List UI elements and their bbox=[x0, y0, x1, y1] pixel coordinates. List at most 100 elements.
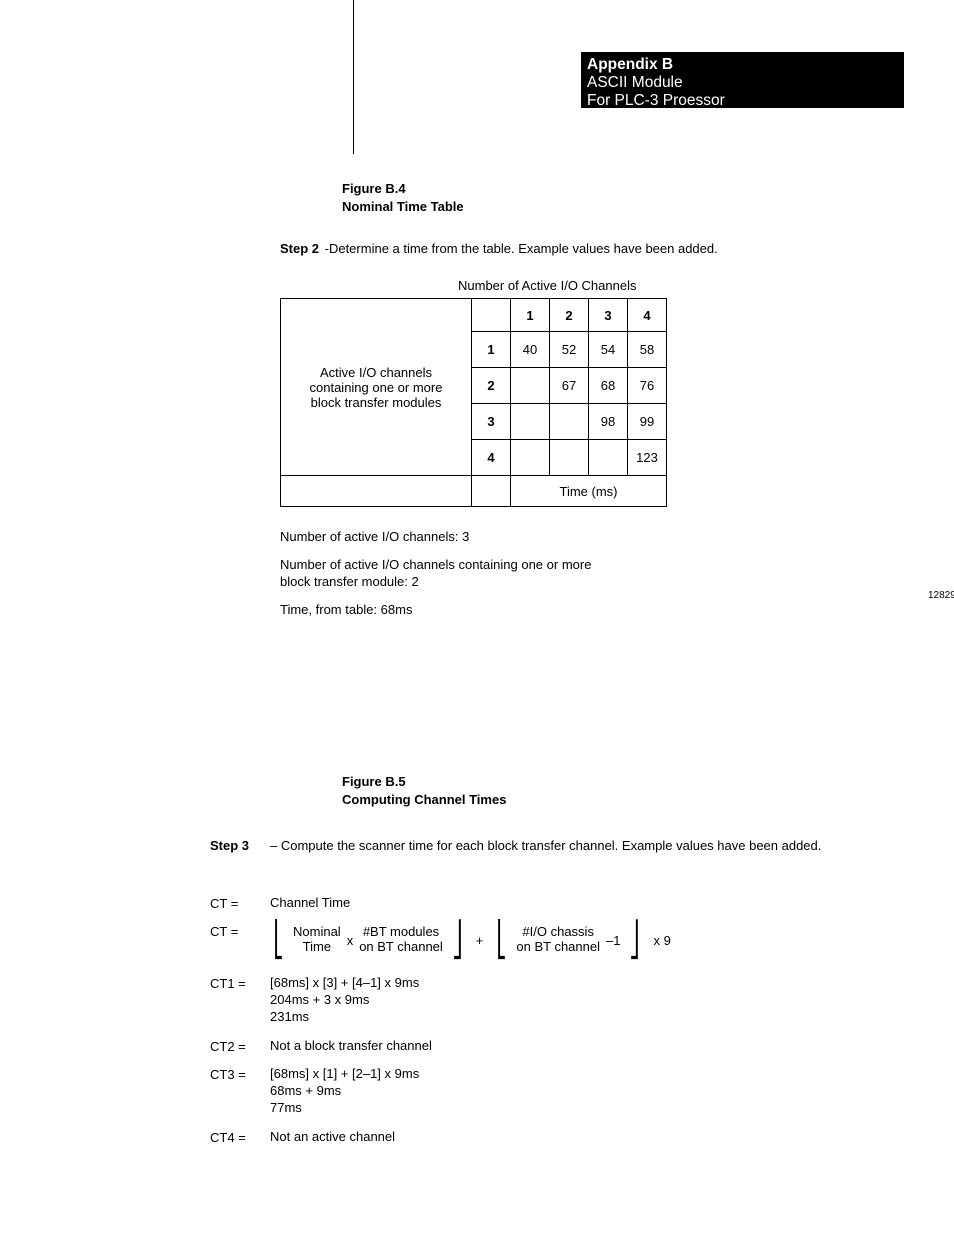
col-header-3: 3 bbox=[589, 299, 628, 332]
nominal-time-table: Active I/O channels containing one or mo… bbox=[280, 298, 667, 507]
cell-4-1 bbox=[511, 440, 550, 476]
figure-b4-name: Nominal Time Table bbox=[342, 199, 464, 214]
ct1-line3: 231ms bbox=[270, 1009, 309, 1024]
ct-formula-label: CT = bbox=[210, 923, 270, 939]
times-nine: x 9 bbox=[653, 933, 670, 948]
cell-3-4: 99 bbox=[628, 404, 667, 440]
ct1-body: [68ms] x [3] + [4–1] x 9ms 204ms + 3 x 9… bbox=[270, 975, 910, 1026]
derive-line-2b: block transfer module: 2 bbox=[280, 574, 419, 589]
term3-l2: on BT channel bbox=[516, 940, 600, 955]
formula-group-1: ⎣ Nominal Time x #BT modules on BT chann… bbox=[270, 923, 466, 957]
header-line-3: For PLC-3 Proessor bbox=[587, 92, 904, 110]
formula-group-2: ⎣ #I/O chassis on BT channel –1 ⎦ bbox=[493, 923, 643, 957]
ct-formula-row: CT = ⎣ Nominal Time x #BT modules on BT … bbox=[210, 923, 910, 957]
side-label-l2: containing one or more bbox=[310, 380, 443, 395]
step-3-text: – Compute the scanner time for each bloc… bbox=[270, 838, 821, 853]
ct1-line2: 204ms + 3 x 9ms bbox=[270, 992, 369, 1007]
ct3-line2: 68ms + 9ms bbox=[270, 1083, 341, 1098]
appendix-label: Appendix B bbox=[587, 56, 904, 74]
left-bracket-icon-2: ⎣ bbox=[497, 923, 507, 957]
row-header-1: 1 bbox=[472, 332, 511, 368]
side-label-l1: Active I/O channels bbox=[320, 365, 432, 380]
ct4-text: Not an active channel bbox=[270, 1129, 910, 1144]
step-3-computation: CT = Channel Time CT = ⎣ Nominal Time x … bbox=[210, 895, 910, 1144]
term2-l1: #BT modules bbox=[363, 925, 439, 940]
time-row-blank-rowhdr bbox=[472, 476, 511, 507]
cell-4-3 bbox=[589, 440, 628, 476]
row-header-4: 4 bbox=[472, 440, 511, 476]
ct3-label: CT3 = bbox=[210, 1066, 270, 1082]
cell-2-2: 67 bbox=[550, 368, 589, 404]
term1-l2: Time bbox=[303, 940, 331, 955]
plus-op: + bbox=[476, 933, 484, 948]
ct3-line1: [68ms] x [1] + [2–1] x 9ms bbox=[270, 1066, 419, 1081]
row-header-2: 2 bbox=[472, 368, 511, 404]
times-op-1: x bbox=[347, 933, 354, 948]
page-header-band: Appendix B ASCII Module For PLC-3 Proess… bbox=[581, 52, 904, 108]
cell-1-2: 52 bbox=[550, 332, 589, 368]
col-header-empty bbox=[472, 299, 511, 332]
table-top-header: Number of Active I/O Channels bbox=[458, 278, 636, 293]
cell-3-2 bbox=[550, 404, 589, 440]
cell-4-4: 123 bbox=[628, 440, 667, 476]
cell-2-1 bbox=[511, 368, 550, 404]
cell-1-4: 58 bbox=[628, 332, 667, 368]
io-chassis-term: #I/O chassis on BT channel bbox=[516, 925, 600, 955]
derive-line-2: Number of active I/O channels containing… bbox=[280, 557, 910, 590]
page-content: Figure B.4 Nominal Time Table Step 2 -De… bbox=[280, 180, 910, 1157]
figure-b5-id: Figure B.5 bbox=[342, 774, 406, 789]
step-2-line: Step 2 -Determine a time from the table.… bbox=[280, 241, 910, 256]
figure-b5-title: Figure B.5 Computing Channel Times bbox=[342, 773, 910, 808]
derive-line-1: Number of active I/O channels: 3 bbox=[280, 529, 910, 545]
time-unit-cell: Time (ms) bbox=[511, 476, 667, 507]
figure-b4-id: Figure B.4 bbox=[342, 181, 406, 196]
right-bracket-icon: ⎦ bbox=[452, 923, 462, 957]
figure-b4-title: Figure B.4 Nominal Time Table bbox=[342, 180, 910, 215]
figure-b5-name: Computing Channel Times bbox=[342, 792, 506, 807]
right-bracket-icon-2: ⎦ bbox=[630, 923, 640, 957]
cell-3-1 bbox=[511, 404, 550, 440]
ct4-row: CT4 = Not an active channel bbox=[210, 1129, 910, 1145]
ct3-line3: 77ms bbox=[270, 1100, 302, 1115]
step-3-line: Step 3 – Compute the scanner time for ea… bbox=[210, 838, 910, 853]
col-header-4: 4 bbox=[628, 299, 667, 332]
cell-2-4: 76 bbox=[628, 368, 667, 404]
term2-l2: on BT channel bbox=[359, 940, 443, 955]
cell-4-2 bbox=[550, 440, 589, 476]
ct-definition-row: CT = Channel Time bbox=[210, 895, 910, 911]
derive-line-2a: Number of active I/O channels containing… bbox=[280, 557, 591, 572]
ct-eq-text: Channel Time bbox=[270, 895, 910, 910]
step-2-label: Step 2 bbox=[280, 241, 319, 256]
ct3-body: [68ms] x [1] + [2–1] x 9ms 68ms + 9ms 77… bbox=[270, 1066, 910, 1117]
minus-one: –1 bbox=[606, 933, 620, 948]
step-2-text: -Determine a time from the table. Exampl… bbox=[321, 241, 718, 256]
ct-formula-body: ⎣ Nominal Time x #BT modules on BT chann… bbox=[270, 923, 910, 957]
bt-modules-term: #BT modules on BT channel bbox=[359, 925, 443, 955]
ct1-row: CT1 = [68ms] x [3] + [4–1] x 9ms 204ms +… bbox=[210, 975, 910, 1026]
cell-2-3: 68 bbox=[589, 368, 628, 404]
left-bracket-icon: ⎣ bbox=[273, 923, 283, 957]
header-vertical-rule bbox=[353, 0, 354, 154]
cell-3-3: 98 bbox=[589, 404, 628, 440]
ct2-text: Not a block transfer channel bbox=[270, 1038, 910, 1053]
step-3-label: Step 3 bbox=[210, 838, 270, 853]
term1-l1: Nominal bbox=[293, 925, 341, 940]
cell-1-3: 54 bbox=[589, 332, 628, 368]
side-label-l3: block transfer modules bbox=[311, 395, 442, 410]
document-number: 12829 bbox=[928, 590, 954, 601]
ct3-row: CT3 = [68ms] x [1] + [2–1] x 9ms 68ms + … bbox=[210, 1066, 910, 1117]
header-line-2: ASCII Module bbox=[587, 74, 904, 92]
col-header-2: 2 bbox=[550, 299, 589, 332]
nominal-time-table-wrap: Number of Active I/O Channels Active I/O… bbox=[280, 298, 910, 507]
table-side-label: Active I/O channels containing one or mo… bbox=[281, 299, 472, 476]
ct2-row: CT2 = Not a block transfer channel bbox=[210, 1038, 910, 1054]
time-row-blank-left bbox=[281, 476, 472, 507]
row-header-3: 3 bbox=[472, 404, 511, 440]
term3-l1: #I/O chassis bbox=[522, 925, 594, 940]
col-header-1: 1 bbox=[511, 299, 550, 332]
ct1-label: CT1 = bbox=[210, 975, 270, 991]
derive-line-3: Time, from table: 68ms bbox=[280, 602, 910, 618]
ct4-label: CT4 = bbox=[210, 1129, 270, 1145]
cell-1-1: 40 bbox=[511, 332, 550, 368]
ct-eq-label: CT = bbox=[210, 895, 270, 911]
